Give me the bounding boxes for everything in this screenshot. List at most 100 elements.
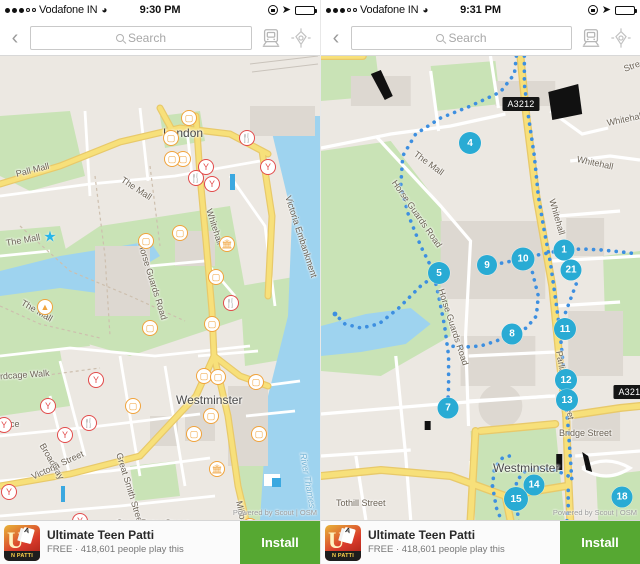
camera-glyph: ▢ [178, 153, 188, 164]
camera-glyph: ▢ [207, 318, 217, 329]
camera-poi-icon[interactable]: ▢ [251, 426, 267, 442]
map-canvas-right[interactable]: The Mall Horse Guards Road Horse Guards Ro… [321, 56, 640, 520]
route-stop-marker-7[interactable]: 7 [437, 397, 459, 419]
camera-poi-icon[interactable]: ▢ [248, 374, 264, 390]
camera-glyph: ▢ [199, 370, 209, 381]
bar-glyph: Y [61, 429, 68, 440]
locate-crosshair-icon[interactable] [610, 27, 632, 49]
route-stop-marker-18[interactable]: 18 [611, 486, 633, 508]
camera-glyph: ▢ [206, 410, 216, 421]
ad-icon-badge: N PATTI [4, 550, 40, 561]
camera-poi-icon[interactable]: ▢ [186, 426, 202, 442]
search-placeholder: Search [127, 30, 167, 45]
route-stop-marker-1[interactable]: 1 [553, 239, 575, 261]
bar-poi-icon[interactable]: Y [204, 176, 220, 192]
road-shield: A3212 [502, 97, 540, 111]
camera-poi-icon[interactable]: ▢ [125, 398, 141, 414]
restaurant-poi-icon[interactable]: 🍴 [239, 130, 255, 146]
restaurant-glyph: 🍴 [190, 172, 202, 183]
bar-poi-icon[interactable]: Y [260, 159, 276, 175]
museum-poi-icon[interactable]: 🏛 [209, 461, 225, 477]
restaurant-poi-icon[interactable]: 🍴 [223, 295, 239, 311]
camera-poi-icon[interactable]: ▢ [203, 408, 219, 424]
transit-icon[interactable] [580, 27, 602, 49]
back-button[interactable]: ‹ [8, 27, 22, 49]
camera-poi-icon[interactable]: ▢ [181, 110, 197, 126]
restaurant-glyph: 🍴 [225, 297, 237, 308]
museum-glyph: 🏛 [221, 238, 233, 249]
ad-icon-badge: N PATTI [325, 550, 361, 561]
battery-icon [295, 5, 317, 15]
location-arrow-icon: ➤ [281, 3, 291, 16]
phone-screen-left: Vodafone IN ◕ 9:30 PM ➤ ‹ Search Pall Ma… [0, 0, 320, 564]
route-stop-marker-14[interactable]: 14 [523, 474, 545, 496]
ad-banner-left[interactable]: U N PATTI Ultimate Teen Patti FREE · 418… [0, 520, 320, 564]
install-button[interactable]: Install [560, 520, 640, 564]
route-stop-marker-10[interactable]: 10 [511, 247, 535, 271]
park-poi-icon[interactable]: ▲ [37, 299, 53, 315]
install-button[interactable]: Install [240, 520, 320, 564]
bar-poi-icon[interactable]: Y [57, 427, 73, 443]
search-icon [115, 33, 124, 42]
camera-poi-icon[interactable]: ▢ [208, 269, 224, 285]
camera-glyph: ▢ [213, 371, 223, 382]
camera-glyph: ▢ [128, 400, 138, 411]
camera-glyph: ▢ [167, 153, 177, 164]
route-stop-marker-5[interactable]: 5 [428, 262, 450, 284]
camera-poi-icon[interactable]: ▢ [172, 225, 188, 241]
transit-icon[interactable] [260, 27, 282, 49]
route-stop-marker-13[interactable]: 13 [556, 389, 578, 411]
bar-glyph: Y [5, 486, 12, 497]
search-icon [436, 33, 445, 42]
camera-poi-icon[interactable]: ▢ [164, 151, 180, 167]
ad-subtitle: FREE · 418,601 people play this [368, 544, 505, 556]
camera-glyph: ▢ [184, 112, 194, 123]
bar-poi-icon[interactable]: Y [1, 484, 17, 500]
bar-glyph: Y [202, 161, 209, 172]
route-stop-marker-21[interactable]: 21 [560, 259, 582, 281]
ad-banner-right[interactable]: U N PATTI Ultimate Teen Patti FREE · 418… [321, 520, 640, 564]
route-stop-marker-4[interactable]: 4 [459, 132, 481, 154]
locate-crosshair-icon[interactable] [290, 27, 312, 49]
restaurant-poi-icon[interactable]: 🍴 [81, 415, 97, 431]
status-bar-right: Vodafone IN ◕ 9:31 PM ➤ [321, 0, 640, 20]
map-basemap-right [321, 56, 640, 520]
route-stop-marker-15[interactable]: 15 [504, 487, 528, 511]
route-stop-marker-12[interactable]: 12 [555, 369, 577, 391]
back-button[interactable]: ‹ [329, 27, 343, 49]
status-bar-left: Vodafone IN ◕ 9:30 PM ➤ [0, 0, 320, 20]
camera-poi-icon[interactable]: ▢ [204, 316, 220, 332]
map-basemap-left [0, 56, 320, 520]
camera-glyph: ▢ [141, 235, 151, 246]
bar-poi-icon[interactable]: Y [40, 398, 56, 414]
route-stop-marker-8[interactable]: 8 [501, 323, 523, 345]
museum-poi-icon[interactable]: 🏛 [219, 236, 235, 252]
map-canvas-left[interactable]: Pall Mall The Mall The Mall The Mall London W… [0, 56, 320, 520]
star-marker-icon[interactable]: ★ [43, 230, 56, 245]
road-shield: A3212 [613, 385, 640, 399]
search-input[interactable]: Search [30, 25, 252, 50]
bar-glyph: Y [264, 161, 271, 172]
status-right-group: ➤ [587, 4, 637, 16]
rotation-lock-icon [267, 5, 278, 15]
battery-icon [615, 5, 637, 15]
camera-glyph: ▢ [254, 428, 264, 439]
route-stop-marker-11[interactable]: 11 [554, 318, 576, 340]
camera-poi-icon[interactable]: ▢ [142, 320, 158, 336]
bar-glyph: Y [44, 400, 51, 411]
phone-screen-right: Vodafone IN ◕ 9:31 PM ➤ ‹ Search The Mal… [320, 0, 640, 564]
camera-poi-icon[interactable]: ▢ [138, 233, 154, 249]
nav-bar-left: ‹ Search [0, 20, 320, 56]
search-input[interactable]: Search [351, 25, 572, 50]
camera-glyph: ▢ [211, 271, 221, 282]
route-stop-marker-9[interactable]: 9 [477, 255, 497, 275]
nav-bar-right: ‹ Search [321, 20, 640, 56]
camera-glyph: ▢ [145, 322, 155, 333]
camera-poi-icon[interactable]: ▢ [163, 130, 179, 146]
ad-text-block: Ultimate Teen Patti FREE · 418,601 peopl… [47, 528, 240, 556]
camera-poi-icon[interactable]: ▢ [210, 369, 226, 385]
bar-glyph: Y [92, 374, 99, 385]
bar-poi-icon[interactable]: Y [198, 159, 214, 175]
map-attribution: Powered by Scout | OSM [232, 508, 317, 517]
bar-poi-icon[interactable]: Y [88, 372, 104, 388]
